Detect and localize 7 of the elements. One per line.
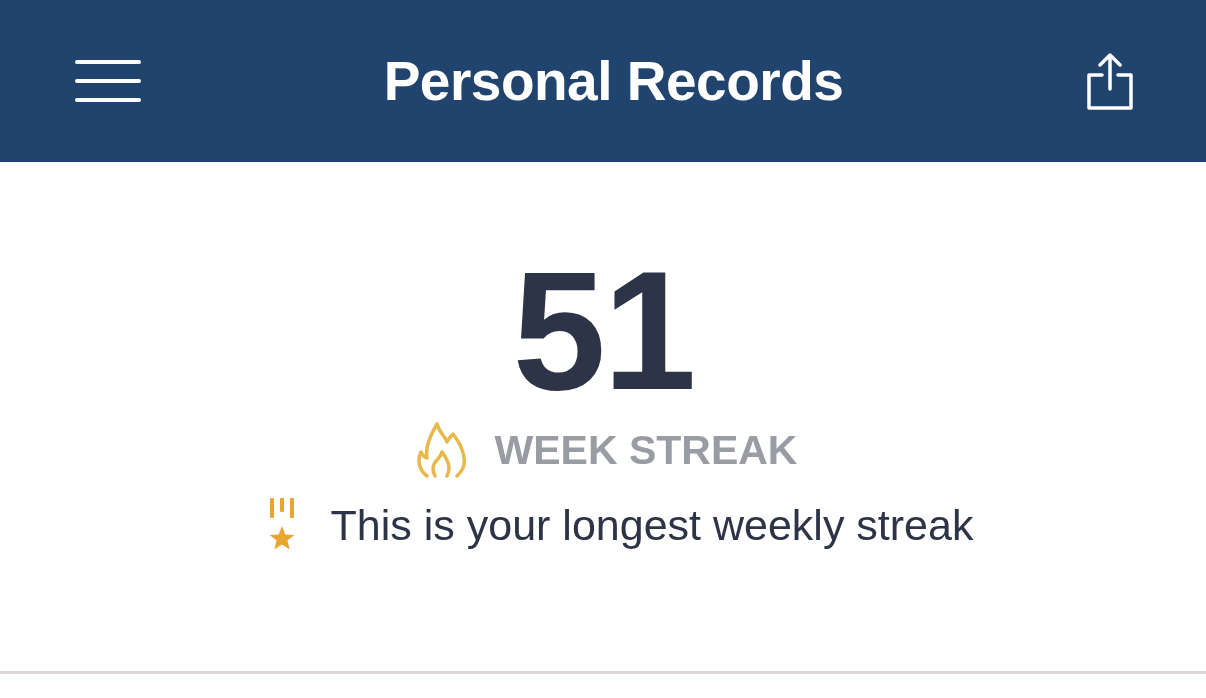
streak-label: WEEK STREAK — [494, 429, 798, 471]
streak-note: This is your longest weekly streak — [330, 503, 974, 547]
streak-count: 51 — [512, 246, 694, 416]
flame-icon — [414, 422, 469, 478]
menu-icon[interactable] — [75, 60, 141, 102]
page-title: Personal Records — [383, 53, 844, 109]
share-icon[interactable] — [1086, 52, 1134, 110]
